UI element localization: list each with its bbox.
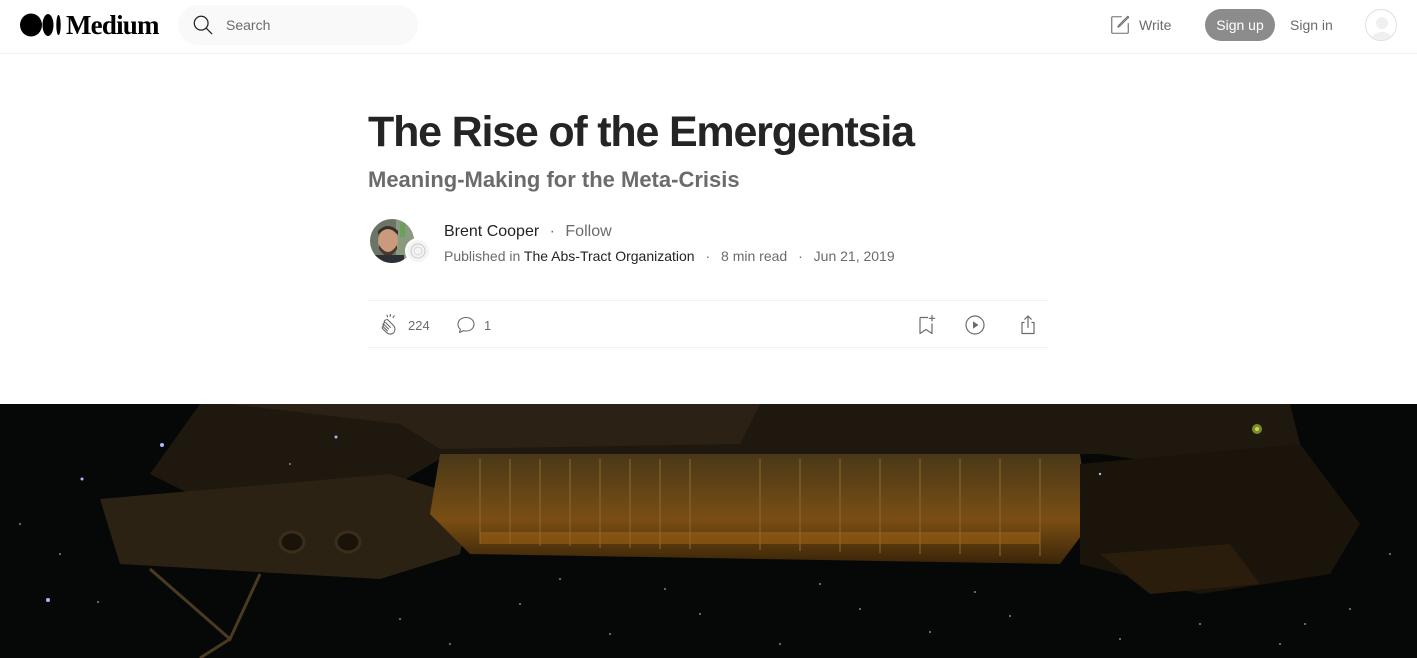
share-button[interactable]: [1016, 313, 1040, 337]
sign-up-button[interactable]: Sign up: [1205, 9, 1275, 41]
listen-button[interactable]: [963, 313, 987, 337]
comment-count: 1: [484, 317, 492, 333]
space-station-image: [0, 404, 1417, 658]
comment-button[interactable]: 1: [454, 313, 491, 337]
clap-button[interactable]: 224: [378, 313, 430, 337]
top-navigation: Medium Write Sign up Sign in: [0, 0, 1417, 54]
search-input[interactable]: [226, 17, 406, 33]
publication-link[interactable]: The Abs-Tract Organization: [524, 248, 695, 264]
write-icon: [1111, 15, 1130, 34]
article-subtitle: Meaning-Making for the Meta-Crisis: [368, 167, 740, 192]
bookmark-icon: [919, 314, 936, 335]
follow-button[interactable]: Follow: [565, 223, 611, 240]
clap-icon: [381, 313, 396, 335]
comment-icon: [457, 316, 475, 334]
separator-dot: ·: [798, 248, 803, 264]
write-button[interactable]: Write: [1109, 13, 1171, 37]
medium-logo[interactable]: Medium: [20, 10, 160, 40]
separator-dot: ·: [549, 223, 555, 240]
publication-logo: [410, 243, 426, 259]
search-box[interactable]: [178, 5, 418, 45]
save-button[interactable]: [914, 313, 938, 337]
article-hero-image: [0, 404, 1417, 658]
share-icon: [1021, 315, 1035, 335]
medium-logo-mark: [20, 13, 61, 37]
article-meta: Published in The Abs-Tract Organization …: [444, 247, 895, 265]
article-title: The Rise of the Emergentsia: [368, 108, 915, 156]
sign-in-link[interactable]: Sign in: [1290, 16, 1333, 34]
user-placeholder-icon: [1371, 17, 1393, 40]
search-icon: [193, 15, 213, 35]
publication-avatar[interactable]: [405, 238, 431, 264]
publish-date: Jun 21, 2019: [813, 248, 895, 264]
write-label: Write: [1139, 17, 1172, 33]
published-in-label: Published in: [444, 248, 521, 264]
clap-count: 224: [408, 317, 430, 333]
author-name-link[interactable]: Brent Cooper: [444, 223, 539, 240]
author-line: Brent Cooper · Follow: [444, 222, 612, 242]
user-avatar[interactable]: [1365, 9, 1397, 41]
brand-name: Medium: [66, 10, 160, 40]
separator-dot: ·: [705, 248, 711, 264]
read-time: 8 min read: [721, 248, 788, 264]
article-action-bar: 224 1: [368, 300, 1048, 348]
play-icon: [965, 315, 985, 335]
